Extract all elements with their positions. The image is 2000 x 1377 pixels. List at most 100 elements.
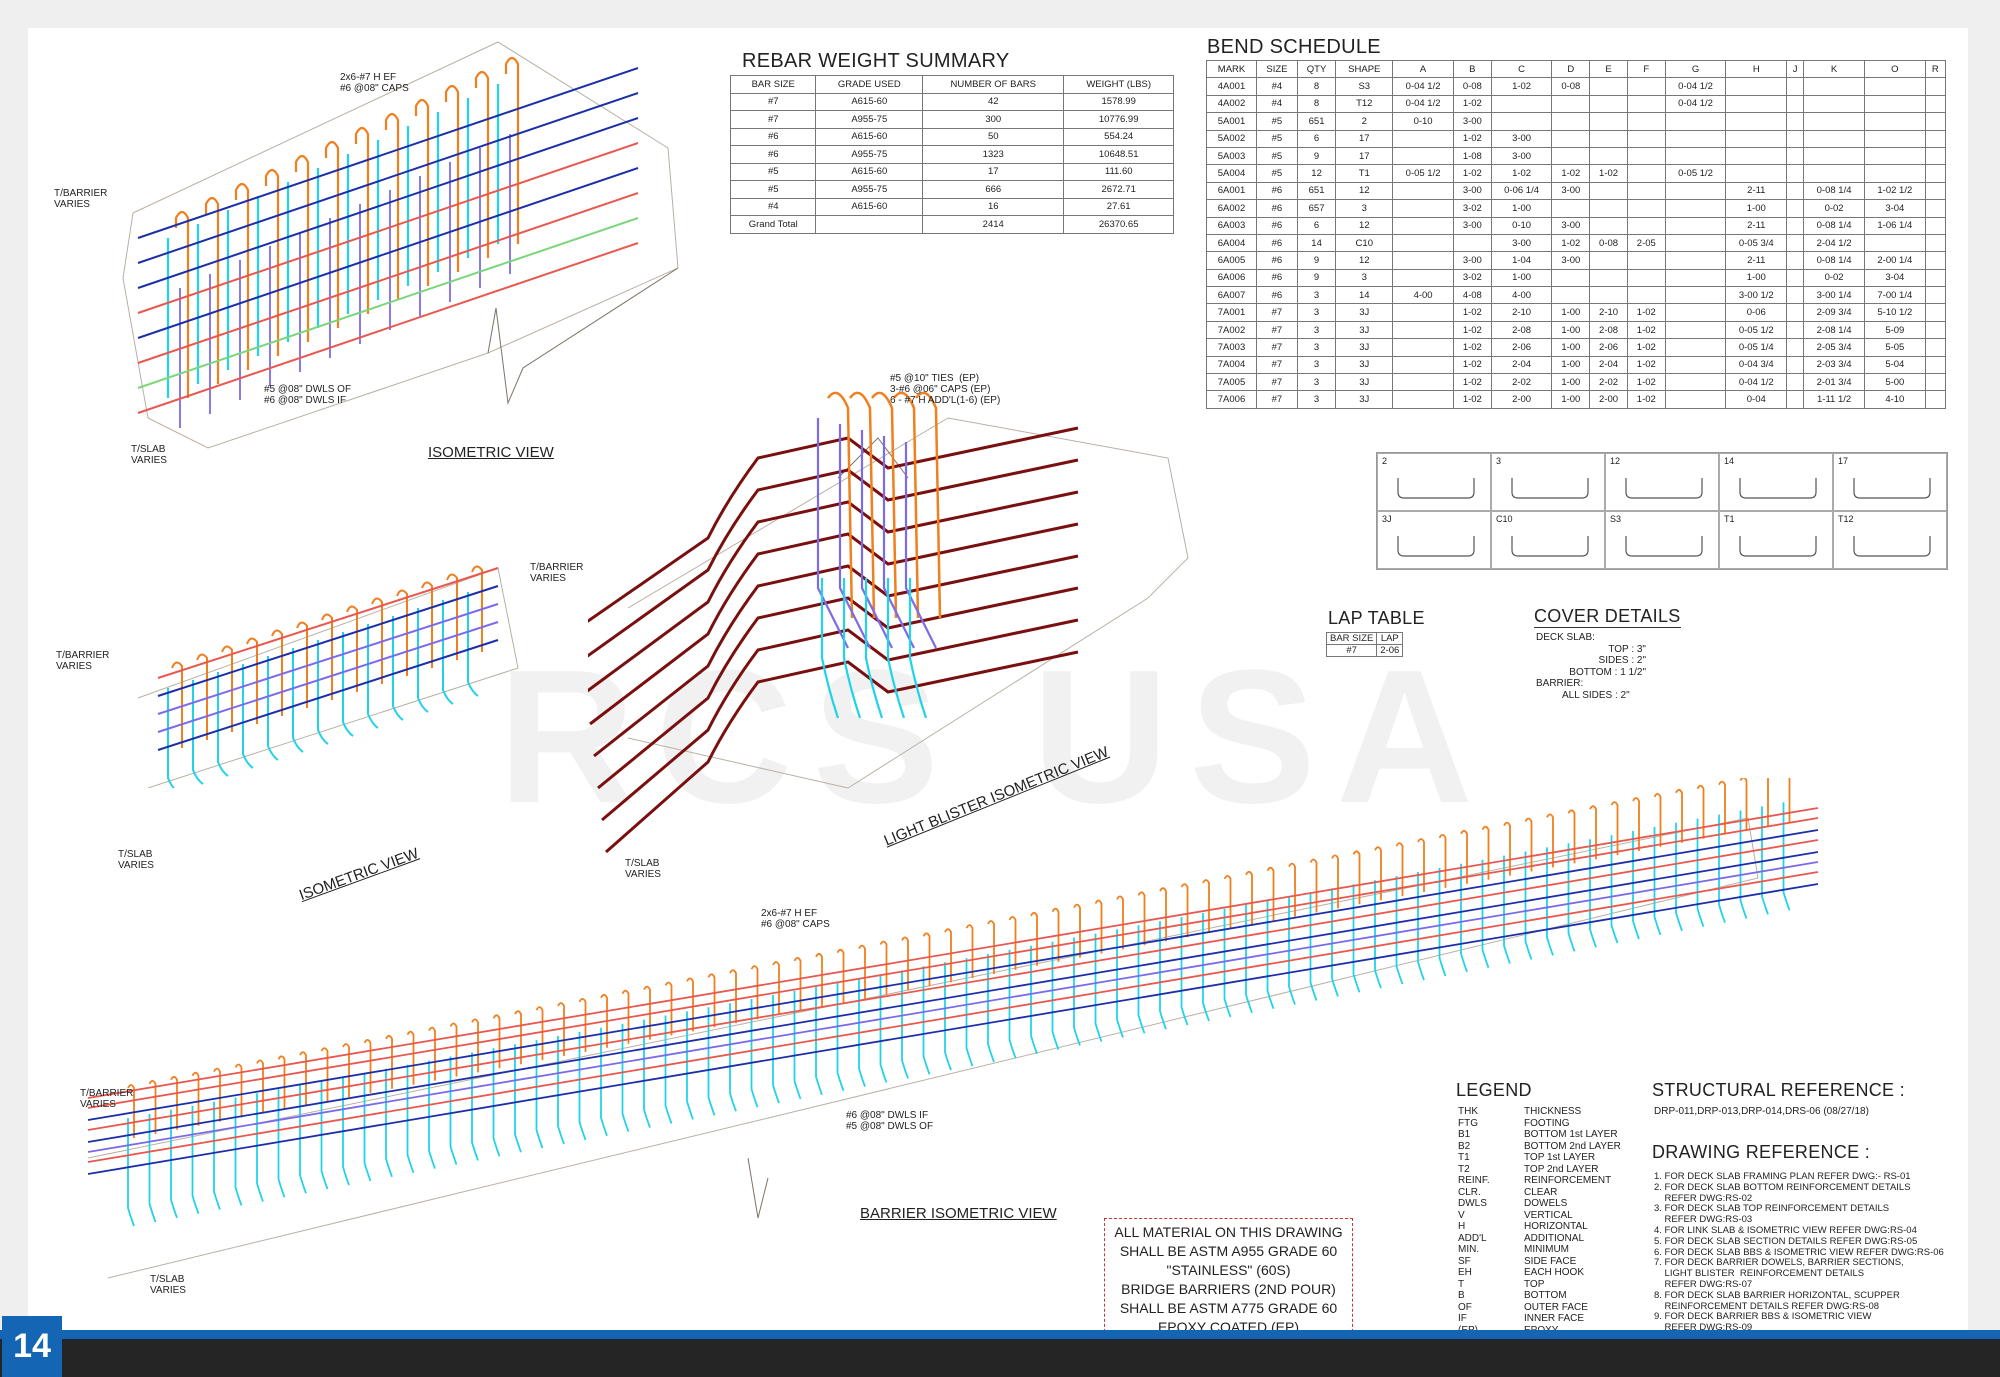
bend-cell: 4-08 (1452, 286, 1492, 305)
bend-cell (1786, 112, 1805, 131)
legend-item: H HORIZONTAL (1458, 1221, 1621, 1233)
bend-cell: T1 (1335, 164, 1394, 183)
legend-meaning: TOP 1st LAYER (1524, 1152, 1596, 1163)
dowel-bar (514, 1044, 522, 1153)
bend-cell (1924, 355, 1947, 375)
cap-bar (535, 1006, 544, 1061)
shape-sketch (1739, 536, 1817, 557)
horizontal-bar (157, 639, 499, 751)
legend-meaning: BOTTOM 1st LAYER (1524, 1129, 1618, 1140)
bend-cell (1589, 216, 1628, 235)
dowels-label-top: #5 @08" DWLS OF #6 @08" DWLS IF (264, 384, 352, 406)
legend-abbr: SF (1458, 1255, 1471, 1267)
legend-meaning: DOWELS (1524, 1198, 1568, 1209)
rebar-cell: A615-60 (815, 127, 924, 146)
bend-cell: 3-02 (1452, 268, 1492, 288)
bend-cell (1392, 320, 1454, 340)
bend-cell (1392, 233, 1454, 253)
bend-cell (1786, 338, 1805, 357)
lap-header: LAP (1376, 632, 1404, 645)
bend-cell: #5 (1256, 112, 1298, 131)
bend-cell (1786, 390, 1805, 409)
rebar-cell: 2672.71 (1063, 180, 1174, 199)
cap-bar (474, 70, 490, 258)
bend-cell (1664, 129, 1727, 148)
legend-meaning: BOTTOM (1524, 1290, 1567, 1301)
bend-cell: 1-02 (1490, 164, 1553, 183)
table-row: 7A006 #7 3 3J 1-02 2-00 1-00 2-00 1-02 0-04 1-11 1… (1205, 390, 1947, 409)
bend-cell: 5-10 1/2 (1863, 303, 1926, 322)
table-row: 4A002 #4 8 T12 0-04 1/2 1-02 0-04 1/2 (1205, 94, 1947, 114)
horizontal-bar (137, 242, 639, 414)
bend-cell (1392, 199, 1454, 218)
horizontal-bar (137, 192, 639, 364)
bend-cell: 3-00 (1452, 181, 1492, 201)
bend-cell: 1-04 (1490, 251, 1553, 270)
bend-cell: 2-04 (1490, 355, 1553, 375)
tslab-label-2: T/SLAB VARIES (118, 849, 154, 871)
bend-cell: #5 (1256, 146, 1298, 166)
bend-cell: #7 (1256, 355, 1298, 375)
iso-view-title-1: ISOMETRIC VIEW (428, 444, 554, 461)
rebar-cell: #5 (729, 180, 817, 199)
bend-cell (1664, 181, 1727, 201)
bar-shape-diagrams: 2 3 12 14 17 3J C10 S3 T1 T12 (1376, 452, 1948, 570)
rebar-cell: 554.24 (1063, 127, 1174, 146)
bend-cell: 0-06 (1725, 303, 1788, 322)
lap-cell: 2-06 (1376, 644, 1404, 657)
bend-cell: 2-00 (1589, 390, 1628, 409)
table-row: 5A003 #5 9 17 1-08 3-00 (1205, 146, 1947, 166)
legend-abbr: CLR. (1458, 1186, 1481, 1198)
bend-cell (1725, 77, 1788, 96)
table-row: 5A002 #5 6 17 1-02 3-00 (1205, 129, 1947, 148)
bend-cell: 3 (1296, 373, 1337, 392)
bend-cell (1551, 199, 1591, 218)
table-row: #6 A955-75 1323 10648.51 (729, 145, 1174, 164)
legend-abbr: B1 (1458, 1129, 1471, 1140)
dowel-bar (417, 608, 429, 713)
bend-cell (1863, 146, 1926, 166)
bend-cell (1664, 268, 1727, 288)
bend-cell: 0-04 (1725, 390, 1788, 409)
legend-list: THK THICKNESS FTG FOOTING B1 BOTTOM 1st LAYER… (1458, 1106, 1621, 1336)
bend-cell (1863, 164, 1926, 183)
bend-cell (1786, 251, 1805, 270)
shape-diagram: 17 (1833, 453, 1947, 511)
tbarrier-label-2: T/BARRIER VARIES (56, 650, 110, 672)
note-line: BRIDGE BARRIERS (2ND POUR) (1121, 1281, 1336, 1297)
bend-cell: 2-05 3/4 (1803, 338, 1865, 357)
legend-meaning: CLEAR (1524, 1186, 1558, 1198)
bend-cell (1924, 338, 1947, 357)
bend-cell: 6A006 (1205, 268, 1258, 288)
rebar-cell: 16 (922, 197, 1065, 216)
bend-cell: 4-00 (1392, 286, 1454, 305)
rebar-header: GRADE USED (815, 75, 924, 94)
bend-cell: 1-00 (1725, 199, 1788, 218)
table-row: 6A005 #6 9 12 3-00 1-04 3-00 2-11 0-08 1/4 2-00 1… (1205, 251, 1947, 270)
tslab-label-4: T/SLAB VARIES (150, 1274, 186, 1296)
rebar-header: NUMBER OF BARS (922, 75, 1065, 94)
legend-item: THK THICKNESS (1458, 1106, 1621, 1118)
bend-cell: 1-02 (1452, 94, 1492, 114)
bend-cell: 6A002 (1205, 199, 1258, 218)
bend-cell: #6 (1256, 233, 1298, 253)
horizontal-bar (137, 167, 639, 339)
bend-cell (1924, 164, 1947, 183)
bend-cell: 1-02 (1490, 77, 1553, 96)
bend-cell: 1-02 (1626, 390, 1666, 409)
bend-cell: 0-08 (1551, 77, 1591, 96)
note-line: "STAINLESS" (60S) (1166, 1262, 1291, 1278)
bend-cell: 2-04 1/2 (1803, 233, 1865, 253)
legend-item: MIN. MINIMUM (1458, 1244, 1621, 1256)
rebar-cell: #6 (729, 127, 817, 146)
bend-cell (1863, 112, 1926, 131)
bend-cell: 2-09 3/4 (1803, 303, 1865, 322)
bend-header: O (1863, 59, 1926, 79)
rebar-cell: A955-75 (815, 110, 924, 129)
bend-cell: 3-00 (1490, 129, 1553, 148)
bend-header: C (1490, 59, 1553, 79)
tbarrier-label-4: T/BARRIER VARIES (80, 1088, 134, 1110)
shape-sketch (1739, 478, 1817, 499)
table-row: #5 A955-75 666 2672.71 (729, 180, 1174, 199)
bend-cell: 0-05 1/2 (1664, 164, 1727, 183)
